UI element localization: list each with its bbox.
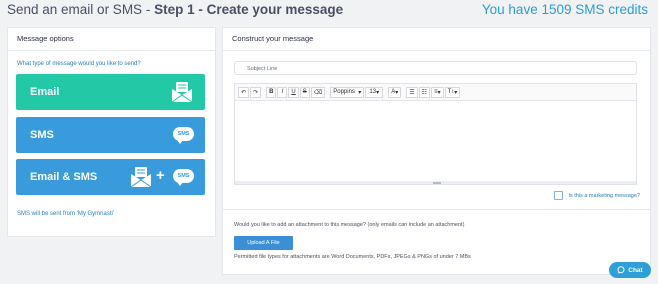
subject-line-input[interactable]: Subject Line — [234, 61, 637, 75]
permitted-file-types-note: Permitted file types for attachments are… — [234, 254, 471, 260]
chat-bubble-icon — [617, 266, 625, 274]
sms-option-label: SMS — [30, 129, 54, 141]
message-type-question: What type of message would you like to s… — [17, 61, 141, 67]
message-options-panel: Message options What type of message wou… — [8, 28, 215, 236]
email-option-label: Email — [30, 86, 60, 98]
message-body-textarea[interactable] — [235, 101, 636, 184]
font-family-value: Poppins — [333, 89, 355, 95]
upload-file-button[interactable]: Upload A File — [234, 236, 293, 250]
unordered-list-button[interactable]: ☰ — [406, 86, 418, 98]
italic-button[interactable]: I — [277, 86, 288, 98]
underline-button[interactable]: U — [288, 86, 299, 98]
message-editor: ↶ ↷ B I U S ⌫ Poppins ▾ 13 ▾ A ▾ ☰ ☷ ≡ ▾ T↕ ▾ — [234, 83, 637, 185]
redo-button[interactable]: ↷ — [250, 86, 262, 98]
message-options-title: Message options — [8, 28, 215, 51]
chat-label: Chat — [628, 266, 643, 274]
sms-credits: You have 1509 SMS credits — [481, 2, 648, 17]
email-and-sms-option-button[interactable]: Email & SMS + SMS — [16, 159, 205, 195]
line-height-button[interactable]: T↕ ▾ — [444, 86, 461, 98]
title-prefix: Send an email or SMS - — [7, 2, 155, 17]
email-option-button[interactable]: Email — [16, 74, 205, 110]
strikethrough-button[interactable]: S — [299, 86, 310, 98]
envelope-icon — [171, 82, 193, 103]
chevron-down-icon: ▾ — [358, 89, 362, 96]
attachment-question: Would you like to add an attachment to t… — [234, 222, 465, 228]
divider — [223, 209, 650, 210]
marketing-checkbox-row[interactable]: Is this a marketing message? — [554, 191, 640, 200]
envelope-icon — [130, 167, 152, 188]
clear-format-icon[interactable]: ⌫ — [310, 86, 326, 98]
title-step: Step 1 - Create your message — [154, 2, 344, 17]
chevron-down-icon: ▾ — [395, 89, 399, 96]
paragraph-align-button[interactable]: ≡ ▾ — [431, 86, 444, 98]
font-size-value: 13 — [369, 89, 377, 95]
chevron-down-icon: ▾ — [376, 89, 380, 96]
text-color-button[interactable]: A ▾ — [388, 86, 402, 98]
page-title: Send an email or SMS - Step 1 - Create y… — [7, 2, 343, 17]
font-size-select[interactable]: 13 ▾ — [365, 86, 384, 98]
marketing-label: Is this a marketing message? — [568, 192, 640, 199]
plus-icon: + — [156, 167, 165, 184]
chat-button[interactable]: Chat — [609, 262, 651, 278]
chevron-down-icon: ▾ — [437, 89, 441, 96]
email-and-sms-option-label: Email & SMS — [30, 171, 98, 183]
marketing-checkbox[interactable] — [554, 191, 564, 200]
font-family-select[interactable]: Poppins ▾ — [330, 86, 365, 98]
chevron-down-icon: ▾ — [454, 89, 458, 96]
sms-sender-note: SMS will be sent from 'My Gymnasti' — [17, 211, 114, 217]
sms-bubble-icon: SMS — [173, 127, 194, 144]
editor-resize-handle[interactable] — [235, 181, 636, 184]
construct-message-title: Construct your message — [223, 28, 650, 51]
sms-option-button[interactable]: SMS SMS — [16, 117, 205, 153]
sms-bubble-icon: SMS — [173, 169, 194, 186]
bold-button[interactable]: B — [266, 86, 277, 98]
ordered-list-button[interactable]: ☷ — [418, 86, 431, 98]
undo-button[interactable]: ↶ — [238, 86, 250, 98]
editor-toolbar: ↶ ↷ B I U S ⌫ Poppins ▾ 13 ▾ A ▾ ☰ ☷ ≡ ▾ T↕ ▾ — [235, 84, 636, 101]
construct-message-panel: Construct your message Subject Line ↶ ↷ … — [223, 28, 650, 274]
line-height-icon: T↕ — [447, 89, 455, 95]
